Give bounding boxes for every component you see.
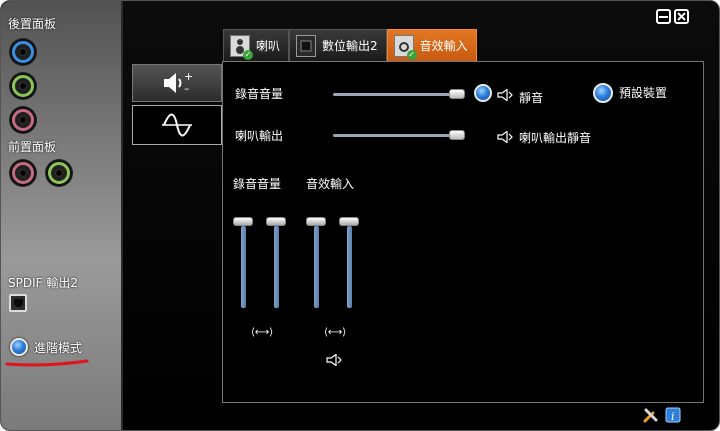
speaker-volume-icon: + – [164,70,193,95]
red-annotation-underline [5,359,89,367]
svg-text:–: – [184,82,190,95]
tools-icon[interactable] [643,407,659,423]
rec-left-track[interactable] [241,226,246,308]
rec-right-knob[interactable] [266,217,286,226]
speaker-out-mute-icon[interactable] [497,131,513,143]
front-jack-green[interactable] [46,160,72,186]
rec-volume-group-label: 錄音音量 [233,177,282,191]
input-mute-icon[interactable] [326,354,342,366]
mute-label: 靜音 [519,91,544,105]
effects-view-button[interactable] [132,105,222,145]
input-right-knob[interactable] [339,217,359,226]
volume-view-button[interactable]: + – [132,64,222,102]
connector-sidebar: 後置面板 前置面板 SPDIF 輸出2 進階模式 [1,1,123,430]
rear-jack-pink[interactable] [10,107,36,133]
speaker-mute-icon [497,89,513,101]
spdif-port-icon[interactable] [9,294,27,312]
rec-volume-slider-track[interactable] [333,93,463,96]
rear-jack-green[interactable] [10,73,36,99]
waveform-icon [162,113,192,137]
advanced-mode-label[interactable]: 進階模式 [34,339,82,356]
front-jack-pink[interactable] [10,160,36,186]
close-button[interactable] [674,9,689,24]
input-right-track[interactable] [347,226,352,308]
audio-input-panel: 錄音音量 靜音 預設裝置 喇叭輸出 喇叭輸出靜音 錄音音量 音效輸入 ⟨⟷⟩ ⟨… [222,61,704,403]
front-panel-label: 前置面板 [8,140,57,154]
mute-radio[interactable] [474,84,492,102]
input-left-knob[interactable] [306,217,326,226]
device-tabs: ✓ 喇叭 數位輸出2 ✓ 音效輸入 [223,29,477,61]
input-left-track[interactable] [314,226,319,308]
tab-digital-out-2-label: 數位輸出2 [322,39,378,53]
tab-audio-input-label: 音效輸入 [419,39,468,53]
info-icon[interactable]: i [665,407,681,423]
rec-volume-label: 錄音音量 [235,87,284,101]
speaker-out-slider-knob[interactable] [448,130,465,140]
rear-jack-blue[interactable] [10,39,36,65]
speaker-out-mute-label[interactable]: 喇叭輸出靜音 [519,129,591,146]
tab-speakers-label: 喇叭 [256,39,281,53]
speaker-out-slider-track[interactable] [333,134,463,137]
rec-volume-slider-knob[interactable] [448,89,465,99]
speaker-out-label: 喇叭輸出 [235,129,284,143]
advanced-mode-radio[interactable] [10,338,28,356]
audio-manager-window: 後置面板 前置面板 SPDIF 輸出2 進階模式 ✓ 喇叭 數位輸出2 ✓ 音效… [0,0,720,431]
rear-panel-label: 後置面板 [8,17,57,31]
speaker-device-icon: ✓ [230,34,253,60]
tab-digital-out-2[interactable]: 數位輸出2 [289,29,387,61]
svg-text:i: i [671,410,675,423]
input-link-icon[interactable]: ⟨⟷⟩ [324,327,346,338]
spdif-label: SPDIF 輸出2 [8,276,78,290]
default-device-button[interactable] [593,83,613,103]
digital-output-icon [296,34,317,57]
tab-audio-input[interactable]: ✓ 音效輸入 [386,29,477,61]
tab-speakers[interactable]: ✓ 喇叭 [223,29,290,61]
default-device-label[interactable]: 預設裝置 [619,84,667,101]
audio-input-group-label: 音效輸入 [306,177,355,191]
minimize-button[interactable] [656,9,671,24]
audio-input-device-icon: ✓ [393,34,417,60]
bottom-toolbar: i [643,407,681,423]
rec-left-knob[interactable] [233,217,253,226]
rec-right-track[interactable] [274,226,279,308]
rec-link-icon[interactable]: ⟨⟷⟩ [251,327,273,338]
